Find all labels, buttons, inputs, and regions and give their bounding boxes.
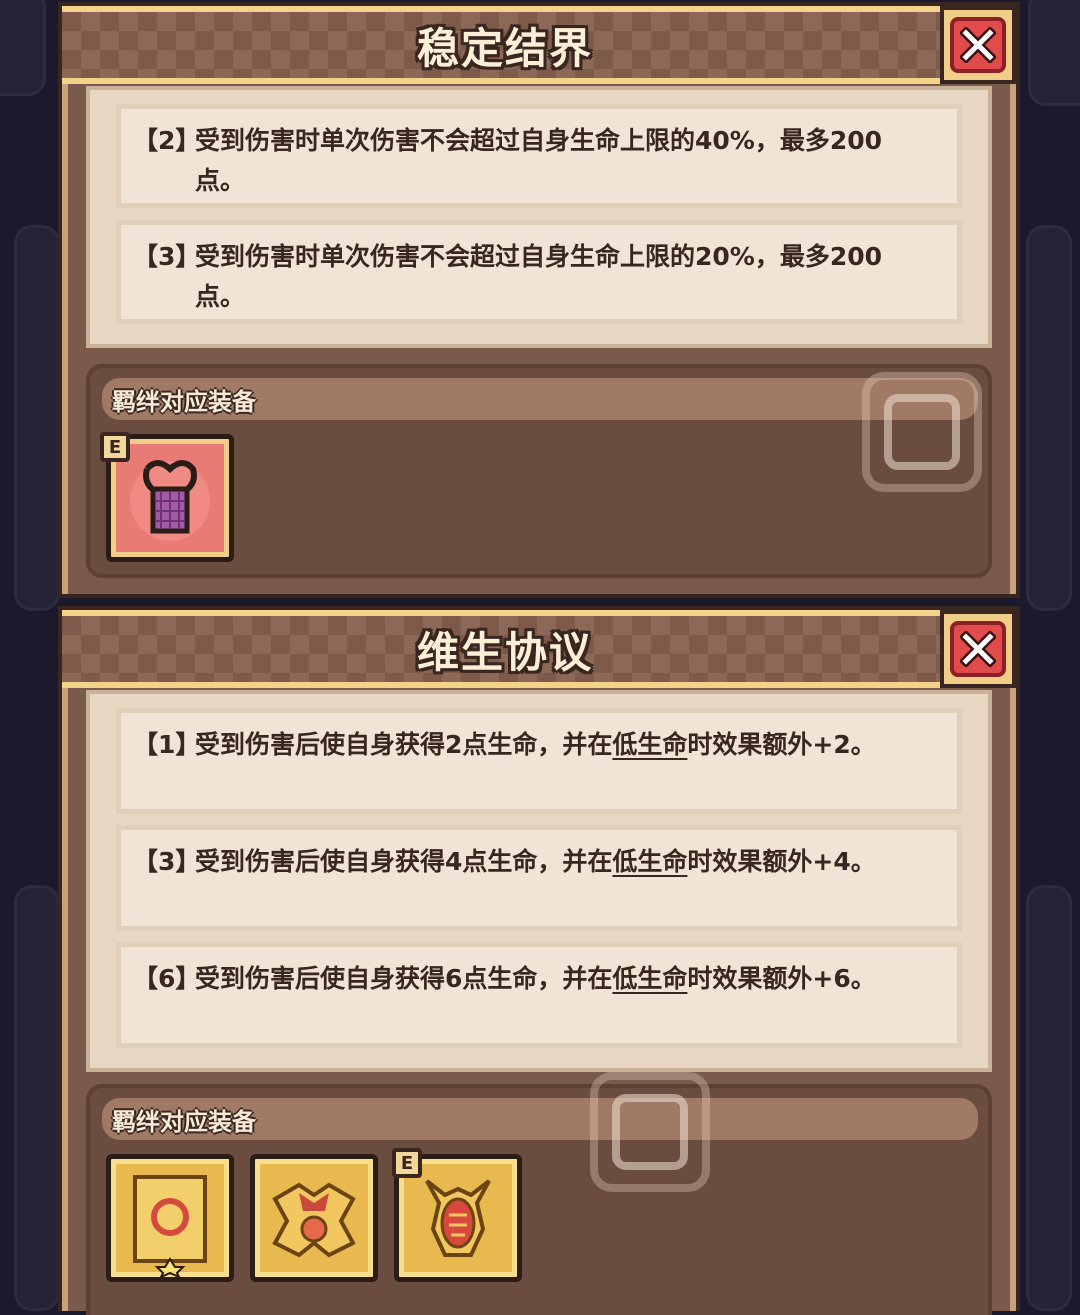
effect-text: 受到伤害时单次伤害不会超过自身生命上限的20%，最多200点。 — [195, 242, 883, 311]
effect-tier: 【1】 — [133, 730, 201, 759]
effect-text-post: 时效果额外+6。 — [687, 964, 876, 993]
effect-tier: 【3】 — [133, 242, 201, 271]
effects-list: 【2】 受到伤害时单次伤害不会超过自身生命上限的40%，最多200点。 【3】 … — [86, 86, 992, 348]
equipment-header: 羁绊对应装备 — [102, 1098, 978, 1140]
backdrop-left-low — [14, 885, 60, 1311]
bond-equipment-section: 羁绊对应装备 E — [86, 364, 992, 578]
equipment-grade-badge: E — [100, 432, 130, 462]
backdrop-right-mid — [1026, 225, 1072, 611]
effect-card: 【1】 受到伤害后使自身获得2点生命，并在低生命时效果额外+2。 — [116, 708, 962, 814]
equipment-label: 羁绊对应装备 — [112, 388, 256, 416]
equipment-slot[interactable] — [106, 1154, 234, 1282]
keyword-low-health[interactable]: 低生命 — [612, 964, 687, 993]
backdrop-left-mid — [14, 225, 60, 611]
effect-text-pre: 受到伤害后使自身获得2点生命，并在 — [195, 730, 613, 759]
bond-panel-life-support: 维生协议 【1】 受到伤害后使自身获得2点生命，并在低生命时效果额外+2。 【3… — [58, 606, 1020, 1315]
effect-card: 【6】 受到伤害后使自身获得6点生命，并在低生命时效果额外+6。 — [116, 942, 962, 1048]
panel-title-bar: 维生协议 — [62, 610, 948, 688]
effect-text: 受到伤害后使自身获得6点生命，并在低生命时效果额外+6。 — [195, 959, 897, 999]
effect-card: 【3】 受到伤害后使自身获得4点生命，并在低生命时效果额外+4。 — [116, 825, 962, 931]
close-icon — [950, 17, 1006, 73]
floating-action-button[interactable] — [590, 1072, 710, 1192]
effect-tier: 【3】 — [133, 847, 201, 876]
close-icon — [950, 621, 1006, 677]
backdrop-right-low — [1026, 885, 1072, 1311]
equipment-grade-badge: E — [392, 1148, 422, 1178]
close-button[interactable] — [940, 610, 1016, 688]
effect-text-post: 时效果额外+4。 — [687, 847, 876, 876]
keyword-low-health[interactable]: 低生命 — [612, 730, 687, 759]
effect-card: 【3】 受到伤害时单次伤害不会超过自身生命上限的20%，最多200点。 — [116, 220, 962, 324]
effect-text-pre: 受到伤害后使自身获得6点生命，并在 — [195, 964, 613, 993]
panel-title: 稳定结界 — [416, 23, 593, 73]
panel-title-bar: 稳定结界 — [62, 6, 948, 84]
floating-action-button[interactable] — [862, 372, 982, 492]
equipment-slot[interactable] — [250, 1154, 378, 1282]
effect-text: 受到伤害后使自身获得4点生命，并在低生命时效果额外+4。 — [195, 842, 897, 882]
effect-tier: 【2】 — [133, 126, 201, 155]
effect-text-post: 时效果额外+2。 — [687, 730, 876, 759]
ring-scroll-icon — [133, 1175, 207, 1277]
effect-card: 【2】 受到伤害时单次伤害不会超过自身生命上限的40%，最多200点。 — [116, 104, 962, 208]
gold-armor-icon — [272, 1182, 356, 1258]
close-button[interactable] — [940, 6, 1016, 84]
bond-panel-stable-barrier: 稳定结界 【2】 受到伤害时单次伤害不会超过自身生命上限的40%，最多200点。… — [58, 2, 1020, 598]
panel-title: 维生协议 — [416, 627, 593, 677]
effects-list: 【1】 受到伤害后使自身获得2点生命，并在低生命时效果额外+2。 【3】 受到伤… — [86, 690, 992, 1072]
bond-equipment-section: 羁绊对应装备 E — [86, 1084, 992, 1315]
effect-tier: 【6】 — [133, 964, 201, 993]
backdrop-right-top — [1028, 0, 1080, 106]
equipment-header: 羁绊对应装备 — [102, 378, 978, 420]
effect-text-pre: 受到伤害后使自身获得4点生命，并在 — [195, 847, 613, 876]
keyword-low-health[interactable]: 低生命 — [612, 847, 687, 876]
backdrop-left-top — [0, 0, 46, 96]
equipment-label: 羁绊对应装备 — [112, 1108, 256, 1136]
effect-text: 受到伤害时单次伤害不会超过自身生命上限的40%，最多200点。 — [195, 126, 883, 195]
effect-text: 受到伤害后使自身获得2点生命，并在低生命时效果额外+2。 — [195, 725, 897, 765]
